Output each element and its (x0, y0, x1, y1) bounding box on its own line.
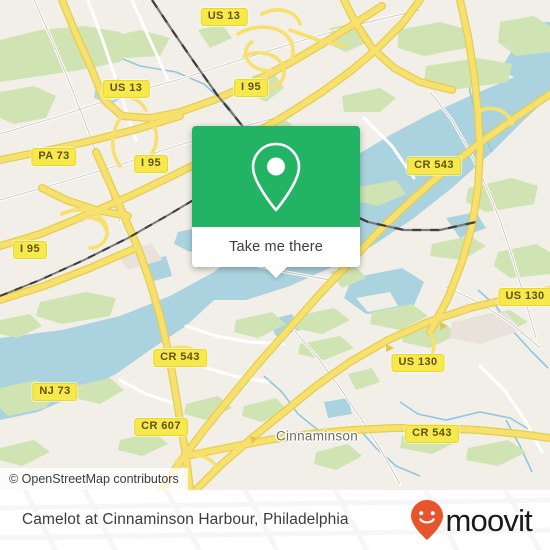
road-shield-cr-543-north[interactable]: CR 543 (407, 157, 461, 175)
footer-bar: Camelot at Cinnaminson Harbour, Philadel… (0, 490, 550, 550)
popup-header (192, 126, 360, 227)
road-shield-i-95-north[interactable]: I 95 (234, 79, 268, 97)
road-shield-nj-73[interactable]: NJ 73 (32, 383, 78, 401)
road-shield-i-95-southwest[interactable]: I 95 (13, 241, 47, 259)
popup-footer[interactable]: Take me there (192, 227, 360, 278)
road-shield-cr-543-southwest[interactable]: CR 543 (153, 349, 207, 367)
take-me-there-label: Take me there (229, 239, 323, 255)
road-shield-cr-543-east[interactable]: CR 543 (405, 425, 459, 443)
road-shield-us-130-east[interactable]: US 130 (498, 288, 550, 306)
road-shield-us-13-north[interactable]: US 13 (200, 8, 248, 26)
popup-tail-pointer (265, 267, 287, 278)
road-shield-us-13-west[interactable]: US 13 (102, 80, 150, 98)
location-popup[interactable]: Take me there (192, 126, 360, 278)
moovit-wordmark: moovit (445, 502, 532, 538)
osm-attribution[interactable]: © OpenStreetMap contributors (0, 468, 188, 490)
road-shield-pa-73[interactable]: PA 73 (31, 148, 77, 166)
map-screenshot-root: US 13 US 13 I 95 PA 73 I 95 I 95 CR 543 CR 543 U… (0, 0, 550, 550)
road-shield-i-95-mid[interactable]: I 95 (134, 155, 168, 173)
map-canvas[interactable]: US 13 US 13 I 95 PA 73 I 95 I 95 CR 543 CR 543 U… (0, 0, 550, 490)
place-title: Camelot at Cinnaminson Harbour, Philadel… (22, 511, 349, 528)
moovit-brand[interactable]: moovit (410, 499, 533, 541)
road-shield-cr-607[interactable]: CR 607 (134, 418, 188, 436)
place-label-cinnaminson: Cinnaminson (275, 428, 359, 444)
moovit-smiley-pin-icon (411, 500, 444, 540)
map-pin-icon (251, 142, 301, 211)
road-shield-us-130-mid[interactable]: US 130 (391, 354, 445, 372)
